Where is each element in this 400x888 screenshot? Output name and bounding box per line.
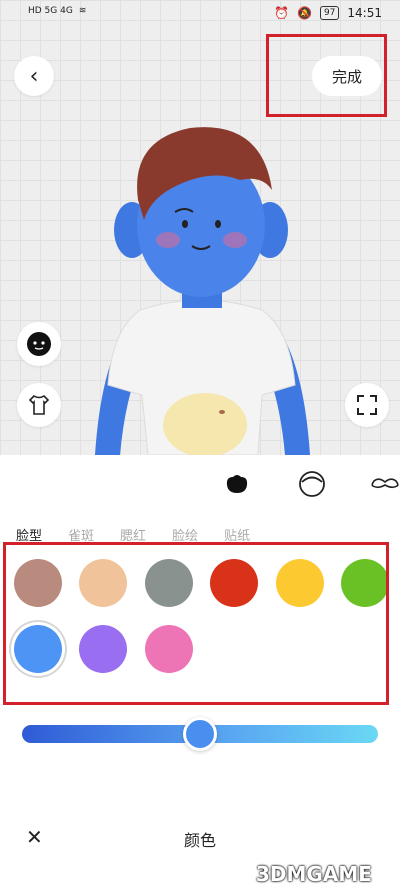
chevron-left-icon: ‹: [29, 63, 39, 89]
status-bar: HD 5G 4G ≋ ⏰ 🔕 97 14:51: [0, 0, 400, 28]
panel-title: 颜色: [183, 831, 216, 850]
alarm-icon: ⏰: [274, 6, 289, 20]
face-mode-button[interactable]: [17, 322, 61, 366]
mustache-icon[interactable]: [370, 477, 400, 491]
face-shape-icon[interactable]: [224, 473, 250, 495]
battery-level: 97: [319, 6, 340, 20]
editor-panel: 脸型 雀斑 腮红 脸绘 贴纸 ✕ 颜色: [0, 455, 400, 888]
shirt-icon: [28, 394, 50, 415]
fullscreen-icon: [357, 395, 377, 415]
intensity-slider-knob[interactable]: [183, 717, 217, 751]
watermark: 3DMGAME: [256, 862, 372, 886]
clock: 14:51: [347, 6, 382, 20]
wifi-icon: ≋: [78, 6, 87, 16]
avatar-stage: HD 5G 4G ≋ ⏰ 🔕 97 14:51 ‹ 完成: [0, 0, 400, 455]
back-button[interactable]: ‹: [14, 56, 54, 96]
category-bar: [0, 455, 400, 515]
head-icon[interactable]: [298, 469, 326, 499]
fullscreen-button[interactable]: [345, 383, 389, 427]
mute-icon: 🔕: [297, 6, 312, 20]
network-indicators: HD 5G 4G: [28, 6, 73, 16]
highlight-box-done: [266, 34, 387, 117]
highlight-box-swatches: [3, 542, 389, 705]
outfit-mode-button[interactable]: [17, 383, 61, 427]
face-icon: [27, 332, 51, 356]
